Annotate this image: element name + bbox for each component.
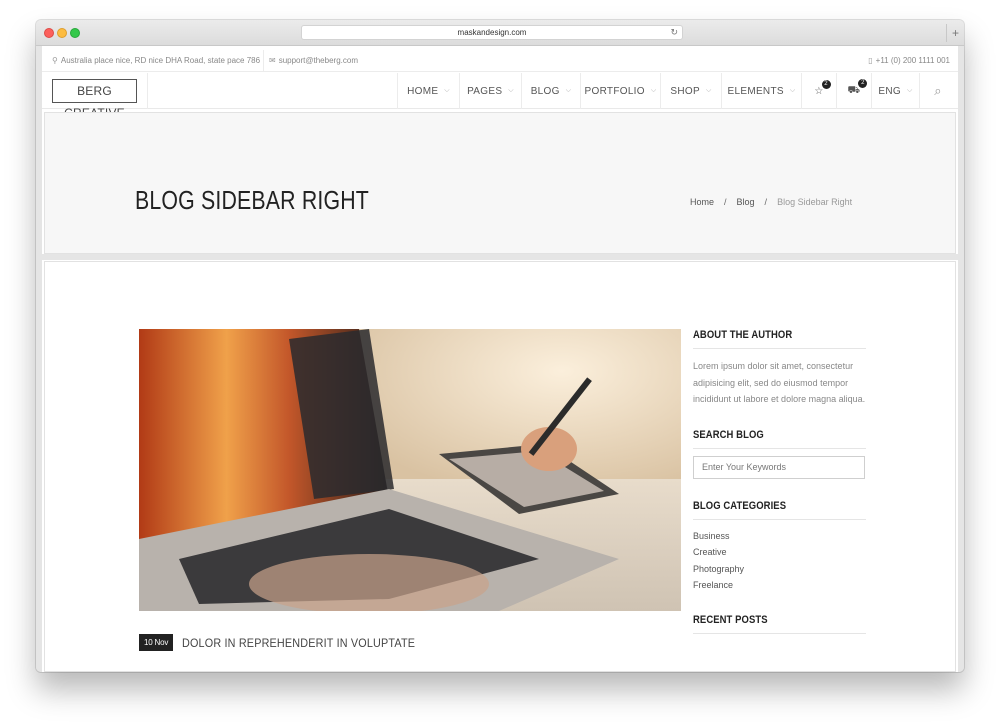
- nav-item-label: SHOP: [670, 85, 700, 97]
- mail-icon: ✉: [269, 56, 276, 65]
- nav-item-home[interactable]: HOME ⌵: [397, 73, 459, 109]
- main-navigation: BERG CREATIVE HOME ⌵ PAGES ⌵ BLOG ⌵ PORTFOL…: [42, 73, 958, 120]
- minimize-window-button[interactable]: [57, 28, 67, 38]
- email-info[interactable]: ✉ support@theberg.com: [269, 56, 358, 65]
- search-button[interactable]: ⌕: [919, 73, 956, 109]
- phone-info: ▯ +11 (0) 200 1111 001: [868, 56, 950, 65]
- category-item-photography[interactable]: Photography: [693, 561, 866, 578]
- phone-icon: ▯: [868, 56, 873, 65]
- breadcrumb-separator: /: [724, 197, 727, 207]
- search-input[interactable]: [693, 455, 865, 479]
- content-area: 10 Nov DOLOR IN REPREHENDERIT IN VOLUPTA…: [44, 261, 956, 672]
- category-item-creative[interactable]: Creative: [693, 544, 866, 561]
- breadcrumb-current: Blog Sidebar Right: [777, 197, 853, 207]
- nav-menu: HOME ⌵ PAGES ⌵ BLOG ⌵ PORTFOLIO ⌵ SHOP ⌵: [397, 73, 956, 109]
- category-item-freelance[interactable]: Freelance: [693, 577, 866, 594]
- post-featured-image[interactable]: [139, 329, 681, 611]
- about-author-text: Lorem ipsum dolor sit amet, consectetur …: [693, 361, 866, 404]
- blog-categories-title: BLOG CATEGORIES: [693, 499, 787, 512]
- zoom-window-button[interactable]: [70, 28, 80, 38]
- chevron-down-icon: ⌵: [650, 87, 657, 94]
- category-list: Business Creative Photography Freelance: [693, 528, 866, 594]
- cart-icon-wrap: ⛟ 2: [848, 78, 868, 98]
- blog-sidebar: ABOUT THE AUTHOR Lorem ipsum dolor sit a…: [693, 329, 866, 634]
- nav-item-blog[interactable]: BLOG ⌵: [521, 73, 580, 109]
- close-window-button[interactable]: [44, 28, 54, 38]
- nav-item-pages[interactable]: PAGES ⌵: [459, 73, 521, 109]
- logo-divider: [147, 73, 148, 109]
- new-tab-button[interactable]: +: [946, 24, 964, 42]
- nav-item-portfolio[interactable]: PORTFOLIO ⌵: [580, 73, 660, 109]
- breadcrumb-home[interactable]: Home: [690, 197, 714, 207]
- laptop-tablet-photo: [139, 329, 681, 611]
- address-bar-url: maskandesign.com: [457, 28, 527, 37]
- wishlist-button[interactable]: ☆ 2: [801, 73, 836, 109]
- search-blog-title: SEARCH BLOG: [693, 428, 764, 441]
- nav-item-label: PORTFOLIO: [584, 85, 645, 97]
- nav-item-label: PAGES: [467, 85, 503, 97]
- phone-text: +11 (0) 200 1111 001: [875, 56, 950, 65]
- chevron-down-icon: ⌵: [906, 87, 913, 94]
- about-author-title: ABOUT THE AUTHOR: [693, 329, 793, 341]
- chevron-down-icon: ⌵: [705, 87, 712, 94]
- widget-divider: [693, 518, 866, 520]
- cart-button[interactable]: ⛟ 2: [836, 73, 871, 109]
- post-title[interactable]: DOLOR IN REPREHENDERIT IN VOLUPTATE: [182, 636, 415, 650]
- widget-divider: [693, 348, 866, 349]
- page-title-band: BLOG SIDEBAR RIGHT Home / Blog / Blog Si…: [44, 112, 956, 254]
- widget-divider: [693, 632, 866, 634]
- chevron-down-icon: ⌵: [565, 87, 572, 94]
- browser-viewport: ⚲ Australia place nice, RD nice DHA Road,…: [36, 46, 964, 672]
- top-info-bar: ⚲ Australia place nice, RD nice DHA Road,…: [42, 50, 958, 72]
- wishlist-count-badge: 2: [821, 79, 831, 89]
- chevron-down-icon: ⌵: [789, 87, 796, 94]
- breadcrumb-blog[interactable]: Blog: [737, 197, 755, 207]
- address-bar[interactable]: maskandesign.com ↻: [301, 25, 683, 40]
- browser-window: maskandesign.com ↻ + ⚲ Australia place ni…: [36, 20, 964, 672]
- email-text[interactable]: support@theberg.com: [279, 56, 358, 65]
- post-meta: 10 Nov DOLOR IN REPREHENDERIT IN VOLUPTA…: [139, 634, 441, 651]
- address-text: Australia place nice, RD nice DHA Road, …: [60, 56, 261, 65]
- wishlist-icon-wrap: ☆ 2: [814, 79, 831, 97]
- page-title: BLOG SIDEBAR RIGHT: [135, 185, 369, 215]
- breadcrumb-separator: /: [764, 197, 768, 207]
- language-selector[interactable]: ENG ⌵: [871, 73, 919, 109]
- recent-posts-title: RECENT POSTS: [693, 613, 768, 626]
- nav-item-label: HOME: [407, 85, 439, 97]
- search-icon: ⌕: [934, 83, 942, 98]
- nav-item-shop[interactable]: SHOP ⌵: [660, 73, 721, 109]
- chevron-down-icon: ⌵: [508, 87, 514, 94]
- page: ⚲ Australia place nice, RD nice DHA Road,…: [42, 46, 958, 672]
- chevron-down-icon: ⌵: [444, 87, 450, 94]
- nav-item-label: ELEMENTS: [727, 85, 784, 97]
- nav-item-label: BLOG: [530, 85, 560, 97]
- topbar-divider: [263, 50, 264, 72]
- category-item-business[interactable]: Business: [693, 528, 866, 545]
- section-divider: [42, 254, 958, 260]
- address-info: ⚲ Australia place nice, RD nice DHA Road,…: [52, 56, 260, 65]
- widget-divider: [693, 447, 866, 449]
- browser-titlebar: maskandesign.com ↻ +: [36, 20, 964, 46]
- nav-item-elements[interactable]: ELEMENTS ⌵: [721, 73, 801, 109]
- breadcrumb: Home / Blog / Blog Sidebar Right: [690, 197, 862, 207]
- map-pin-icon: ⚲: [52, 56, 58, 65]
- post-date-badge: 10 Nov: [139, 634, 174, 651]
- site-logo[interactable]: BERG CREATIVE: [52, 79, 137, 120]
- cart-count-badge: 2: [858, 78, 868, 88]
- reload-icon[interactable]: ↻: [670, 26, 678, 39]
- language-label: ENG: [878, 85, 901, 97]
